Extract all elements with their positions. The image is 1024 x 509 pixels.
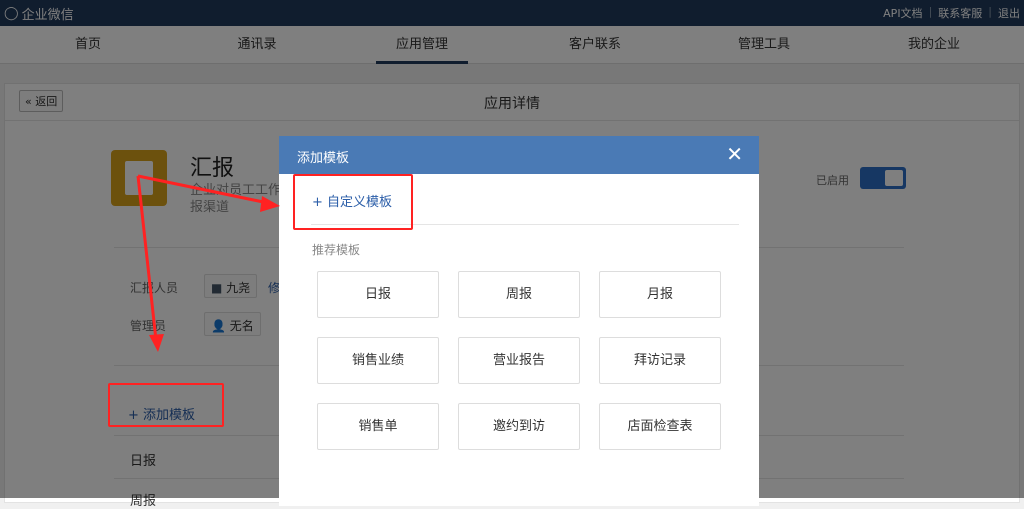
arrow-head bbox=[260, 196, 280, 212]
annotation-arrow bbox=[136, 175, 158, 341]
annotation-arrow bbox=[137, 174, 269, 205]
annotation-arrows bbox=[136, 174, 280, 352]
arrow-head bbox=[149, 334, 164, 352]
